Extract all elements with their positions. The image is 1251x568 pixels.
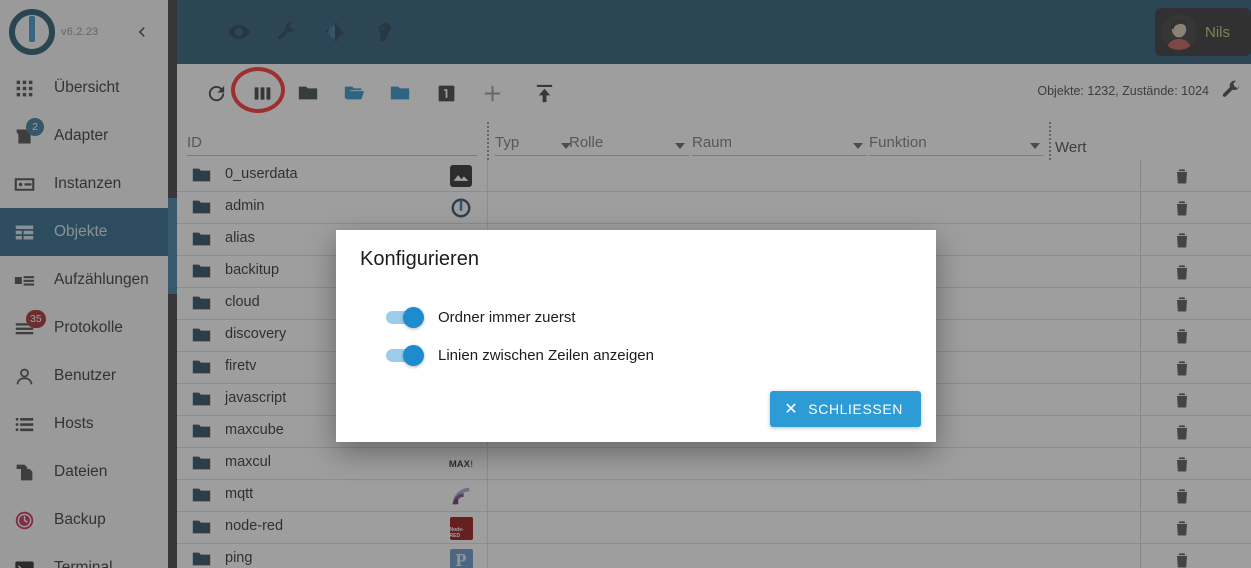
toggle-linien-zwischen-zeilen[interactable] <box>386 345 426 366</box>
schliessen-button[interactable]: ✕ SCHLIESSEN <box>770 391 921 427</box>
close-icon: ✕ <box>784 401 799 418</box>
option-linien-zwischen-zeilen[interactable]: Linien zwischen Zeilen anzeigen <box>386 336 654 374</box>
option-label: Ordner immer zuerst <box>438 308 576 326</box>
toggle-ordner-immer-zuerst[interactable] <box>386 307 426 328</box>
konfigurieren-dialog: Konfigurieren Ordner immer zuerst Linien… <box>336 230 936 442</box>
schliessen-button-label: SCHLIESSEN <box>808 401 903 417</box>
option-label: Linien zwischen Zeilen anzeigen <box>438 346 654 364</box>
dialog-options: Ordner immer zuerst Linien zwischen Zeil… <box>386 298 654 374</box>
dialog-title: Konfigurieren <box>360 248 479 270</box>
option-ordner-immer-zuerst[interactable]: Ordner immer zuerst <box>386 298 654 336</box>
app-root: v6.2.23 Übersicht 2 Adapter <box>0 0 1251 568</box>
